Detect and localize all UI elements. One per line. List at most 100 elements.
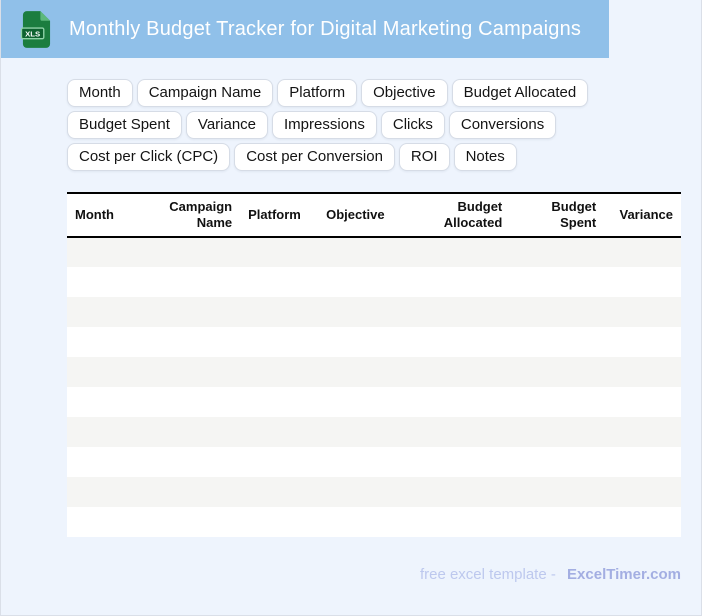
page: XLS Monthly Budget Tracker for Digital M… [0,0,702,616]
table-cell-platform [240,387,319,417]
table-cell-variance [604,507,681,537]
table-cell-variance [604,417,681,447]
budget-table: Month Campaign Name Platform Objective Budge… [67,192,681,537]
table-cell-campaign-name [140,387,241,417]
chip-objective[interactable]: Objective [361,79,448,107]
table-row [67,477,681,507]
table-cell-budget-spent [510,327,605,357]
table-cell-month [67,387,141,417]
table-cell-month [67,237,141,267]
table-row [67,357,681,387]
table-cell-objective [318,447,398,477]
table-cell-platform [240,507,319,537]
column-header-objective: Objective [318,192,398,238]
column-header-campaign-name: Campaign Name [140,192,241,238]
table-row [67,237,681,267]
table-cell-budget-allocated [397,417,511,447]
footer-tagline: free excel template - [419,566,556,583]
table-cell-budget-spent [510,387,605,417]
table-cell-budget-allocated [397,267,511,297]
chip-impressions[interactable]: Impressions [272,111,377,139]
table-cell-campaign-name [140,507,241,537]
footer: free excel template - ExcelTimer.com [67,566,681,583]
chip-campaign-name[interactable]: Campaign Name [136,79,274,107]
table-cell-platform [240,297,319,327]
chip-budget-allocated[interactable]: Budget Allocated [451,79,589,107]
footer-brand-link[interactable]: ExcelTimer.com [567,566,681,583]
table-cell-month [67,447,141,477]
table-cell-objective [318,507,398,537]
table-cell-platform [240,327,319,357]
chip-clicks[interactable]: Clicks [380,111,445,139]
column-header-platform: Platform [240,192,319,238]
table-cell-objective [318,357,398,387]
table-cell-budget-allocated [397,507,511,537]
table-cell-budget-spent [510,237,605,267]
table-cell-campaign-name [140,297,241,327]
table-row [67,507,681,537]
chip-conversions[interactable]: Conversions [448,111,557,139]
column-header-variance: Variance [604,192,681,238]
table-cell-budget-spent [510,267,605,297]
table-cell-budget-allocated [397,447,511,477]
table-row [67,387,681,417]
table-cell-month [67,297,141,327]
chip-cost-per-click-cpc[interactable]: Cost per Click (CPC) [67,143,231,171]
table-cell-month [67,477,141,507]
table-cell-objective [318,387,398,417]
chip-month[interactable]: Month [67,79,133,107]
table-body [67,237,681,537]
table-row [67,327,681,357]
chip-roi[interactable]: ROI [398,143,450,171]
table-cell-variance [604,267,681,297]
chip-notes[interactable]: Notes [453,143,517,171]
table-cell-budget-allocated [397,387,511,417]
page-title: Monthly Budget Tracker for Digital Marke… [69,17,582,40]
table-row [67,447,681,477]
header-bar: XLS Monthly Budget Tracker for Digital M… [1,0,609,58]
column-header-budget-spent: Budget Spent [510,192,605,238]
table-cell-budget-spent [510,477,605,507]
table-cell-variance [604,387,681,417]
chip-cost-per-conversion[interactable]: Cost per Conversion [234,143,395,171]
table-head-row: Month Campaign Name Platform Objective Budge… [67,192,681,238]
table-cell-budget-spent [510,417,605,447]
table-cell-campaign-name [140,267,241,297]
table-cell-platform [240,477,319,507]
column-header-budget-allocated: Budget Allocated [397,192,511,238]
table-cell-platform [240,237,319,267]
table-cell-variance [604,477,681,507]
table-cell-month [67,507,141,537]
table-cell-month [67,327,141,357]
table-cell-campaign-name [140,447,241,477]
table-cell-variance [604,357,681,387]
table-row [67,417,681,447]
column-header-month: Month [67,192,141,238]
table-cell-budget-spent [510,447,605,477]
table-cell-campaign-name [140,327,241,357]
table-cell-budget-allocated [397,237,511,267]
table-cell-objective [318,297,398,327]
table-cell-budget-allocated [397,477,511,507]
table-cell-budget-spent [510,297,605,327]
table-row [67,297,681,327]
table-cell-budget-allocated [397,297,511,327]
xls-badge-label: XLS [25,29,40,38]
field-chips: Month Campaign Name Platform Objective Budge… [67,79,693,171]
table-cell-objective [318,417,398,447]
table-cell-budget-allocated [397,357,511,387]
table-cell-objective [318,267,398,297]
table-cell-platform [240,417,319,447]
xls-file-icon: XLS [20,10,51,48]
table-cell-platform [240,447,319,477]
chip-platform[interactable]: Platform [277,79,358,107]
chip-variance[interactable]: Variance [185,111,269,139]
table-cell-campaign-name [140,417,241,447]
table-cell-platform [240,357,319,387]
table-cell-budget-spent [510,507,605,537]
table-cell-objective [318,477,398,507]
table-cell-variance [604,327,681,357]
table-cell-budget-spent [510,357,605,387]
table-cell-campaign-name [140,237,241,267]
chip-budget-spent[interactable]: Budget Spent [67,111,182,139]
